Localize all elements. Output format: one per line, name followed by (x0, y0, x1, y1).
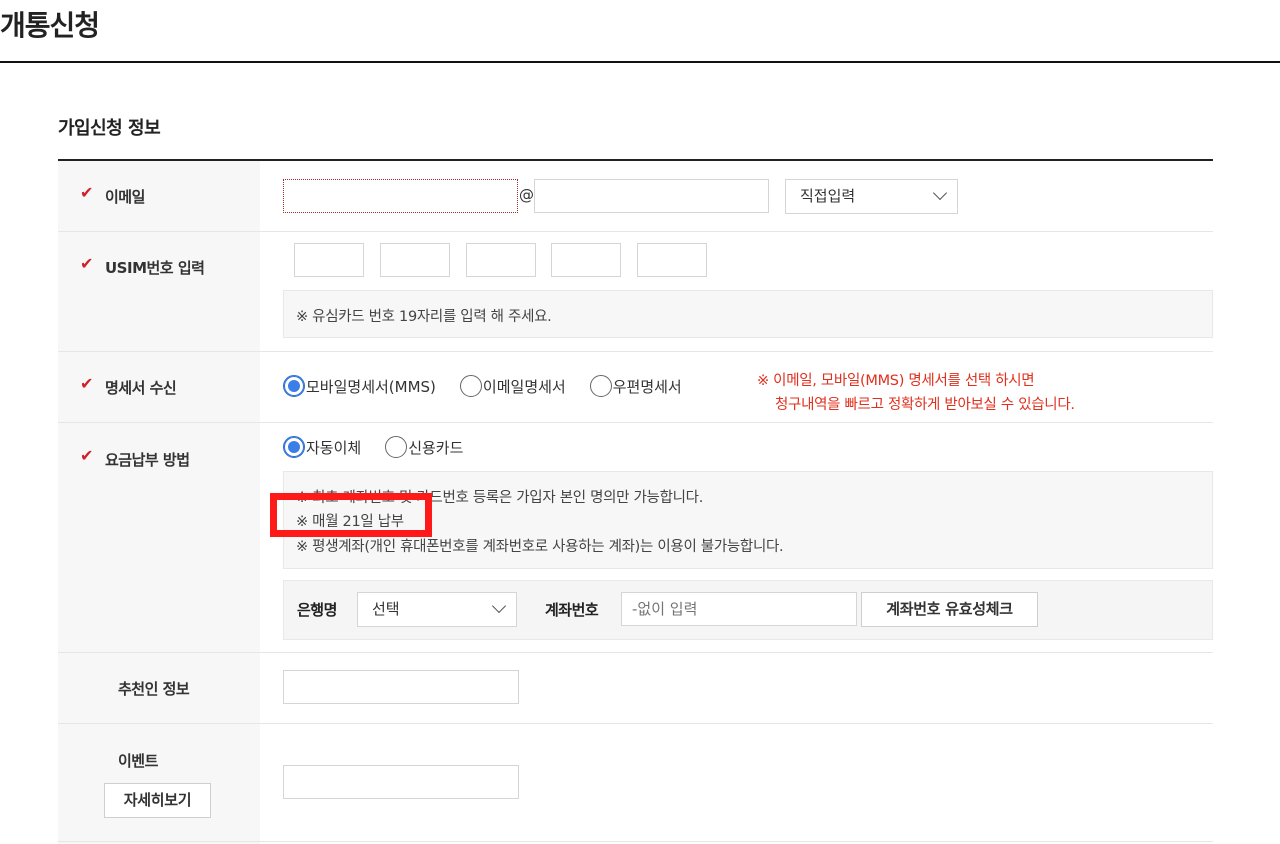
radio-email-statement-label: 이메일명세서 (482, 377, 566, 396)
chevron-down-icon (491, 598, 507, 614)
chevron-down-icon (932, 185, 948, 201)
email-id-input[interactable] (283, 179, 518, 213)
radio-mms-circle[interactable] (283, 375, 305, 397)
radio-email-statement-circle[interactable] (459, 375, 482, 397)
required-check-icon: ✔ (80, 446, 94, 465)
radio-mms[interactable]: 모바일명세서(MMS) (283, 375, 436, 397)
radio-credit-card-label: 신용카드 (408, 438, 464, 457)
payment-radio-group: 자동이체 신용카드 (283, 436, 487, 458)
account-label: 계좌번호 (545, 601, 599, 619)
radio-postal-statement[interactable]: 우편명세서 (589, 375, 682, 397)
radio-credit-card-circle[interactable] (385, 436, 408, 458)
event-detail-button[interactable]: 자세히보기 (104, 783, 211, 818)
row-divider (58, 723, 1213, 724)
row-divider (58, 231, 1213, 232)
email-domain-select[interactable]: 직접입력 (785, 179, 958, 214)
row-divider (58, 841, 1213, 842)
usim-input-2[interactable] (380, 243, 450, 277)
radio-postal-statement-circle[interactable] (589, 375, 612, 397)
required-check-icon: ✔ (80, 183, 94, 202)
required-check-icon: ✔ (80, 374, 94, 393)
email-label: 이메일 (105, 188, 145, 206)
account-verify-button[interactable]: 계좌번호 유효성체크 (861, 592, 1038, 627)
email-domain-input[interactable] (534, 179, 769, 213)
radio-auto-transfer-circle[interactable] (283, 436, 305, 458)
bank-select-value: 선택 (372, 600, 400, 618)
referrer-input[interactable] (283, 670, 519, 704)
radio-mms-label: 모바일명세서(MMS) (306, 377, 436, 396)
usim-input-3[interactable] (466, 243, 536, 277)
bank-label: 은행명 (297, 601, 337, 619)
required-check-icon: ✔ (80, 254, 94, 273)
usim-label: USIM번호 입력 (105, 259, 205, 277)
radio-postal-statement-label: 우편명세서 (612, 377, 682, 396)
account-number-input[interactable] (621, 592, 857, 626)
referrer-label: 추천인 정보 (118, 680, 190, 698)
usim-input-4[interactable] (551, 243, 621, 277)
email-domain-select-value: 직접입력 (800, 187, 856, 205)
usim-input-5[interactable] (637, 243, 707, 277)
radio-email-statement[interactable]: 이메일명세서 (459, 375, 566, 397)
row-divider (58, 652, 1213, 653)
title-divider (0, 61, 1280, 63)
statement-warning-line1: ※ 이메일, 모바일(MMS) 명세서를 선택 하시면 (757, 373, 1035, 389)
statement-warning-line2: 청구내역을 빠르고 정확하게 받아보실 수 있습니다. (775, 397, 1075, 413)
radio-auto-transfer-label: 자동이체 (306, 438, 362, 457)
row-divider (58, 351, 1213, 352)
statement-radio-group: 모바일명세서(MMS) 이메일명세서 우편명세서 (283, 375, 706, 397)
page-title: 개통신청 (0, 9, 100, 42)
radio-auto-transfer[interactable]: 자동이체 (283, 436, 361, 458)
highlight-box (270, 493, 432, 537)
usim-note: ※ 유심카드 번호 19자리를 입력 해 주세요. (296, 309, 552, 325)
payment-label: 요금납부 방법 (105, 451, 190, 469)
payment-note-3: ※ 평생계좌(개인 휴대폰번호를 계좌번호로 사용하는 계좌)는 이용이 불가능… (296, 539, 784, 555)
email-at-sign: @ (519, 186, 534, 204)
radio-credit-card[interactable]: 신용카드 (385, 436, 463, 458)
usim-input-1[interactable] (294, 243, 364, 277)
section-title: 가입신청 정보 (58, 118, 161, 139)
event-label: 이벤트 (118, 752, 158, 770)
event-input[interactable] (283, 765, 519, 799)
bank-select[interactable]: 선택 (357, 592, 517, 627)
statement-label: 명세서 수신 (105, 379, 177, 397)
row-divider (58, 422, 1213, 423)
